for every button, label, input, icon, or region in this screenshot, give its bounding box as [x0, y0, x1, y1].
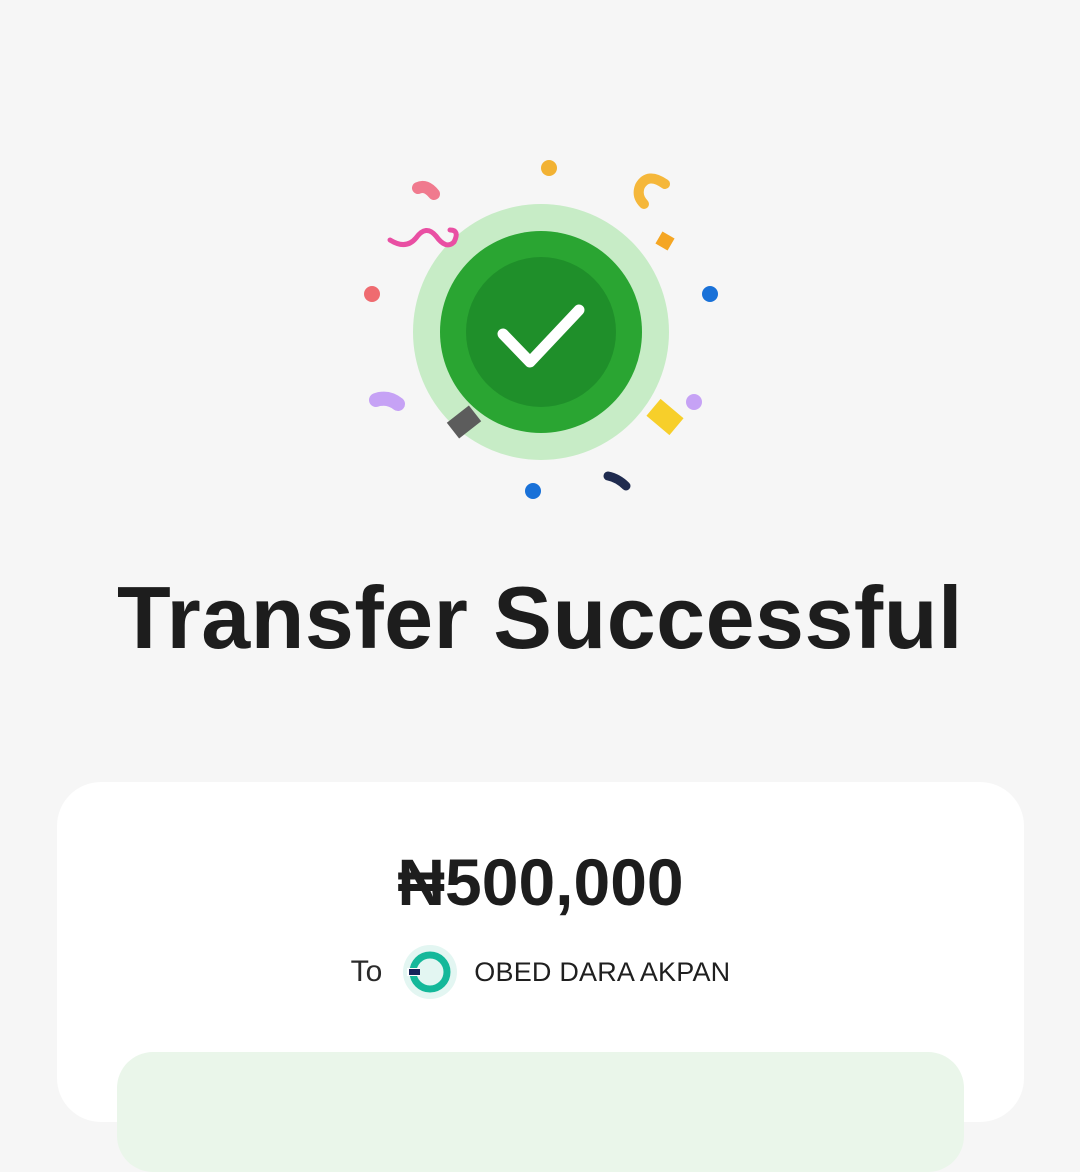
success-badge — [364, 160, 718, 499]
confetti-dot-lavender — [686, 394, 702, 410]
transfer-details-panel — [117, 1052, 964, 1172]
transfer-card: ₦500,000 To OBED DARA AKPAN — [57, 782, 1024, 1172]
success-illustration — [360, 150, 740, 510]
confetti-dot-blue — [702, 286, 718, 302]
confetti-square-orange — [655, 231, 675, 251]
confetti-dash-navy — [603, 471, 631, 491]
bank-logo-icon — [402, 944, 458, 1000]
confetti-diamond-yellow — [646, 398, 684, 436]
confetti-dot-yellow — [541, 160, 557, 176]
recipient-name: OBED DARA AKPAN — [474, 957, 731, 987]
page-title: Transfer Successful — [117, 568, 963, 667]
confetti-squiggle-magenta — [387, 227, 459, 248]
transfer-amount: ₦500,000 — [397, 845, 684, 919]
success-inner-disc — [466, 257, 616, 407]
recipient-row: To OBED DARA AKPAN — [57, 942, 1024, 1002]
to-label: To — [350, 955, 383, 988]
confetti-dot-blue-bottom — [525, 483, 541, 499]
confetti-blob-lavender — [369, 391, 405, 411]
confetti-curl-orange — [633, 173, 670, 209]
confetti-pill-pink — [412, 180, 440, 200]
confetti-dot-red — [364, 286, 380, 302]
